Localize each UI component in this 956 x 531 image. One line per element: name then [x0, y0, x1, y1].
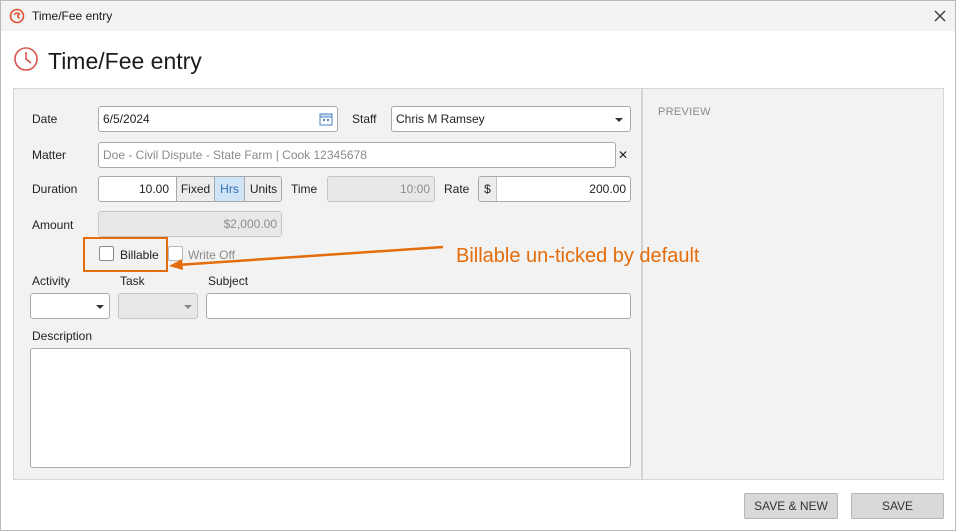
activity-label: Activity	[32, 274, 71, 288]
form-panel: Date 6/5/2024 Staff Chris M Ramsey Matte…	[13, 88, 642, 480]
staff-label: Staff	[352, 112, 377, 126]
time-value: 10:00	[399, 182, 430, 196]
clock-icon	[14, 47, 38, 71]
date-value: 6/5/2024	[103, 112, 150, 126]
date-input[interactable]: 6/5/2024	[98, 106, 338, 132]
annotation-text: Billable un-ticked by default	[456, 245, 700, 267]
duration-option-fixed[interactable]: Fixed	[176, 177, 214, 201]
matter-input[interactable]: Doe - Civil Dispute - State Farm | Cook …	[98, 142, 616, 168]
chevron-down-icon	[96, 305, 104, 309]
time-input: 10:00	[327, 176, 435, 202]
task-label: Task	[120, 274, 145, 288]
dialog-window: Time/Fee entry Time/Fee entry Date 6/5/2…	[0, 0, 956, 531]
page-title: Time/Fee entry	[48, 48, 202, 74]
clear-matter-icon[interactable]: ✕	[618, 148, 628, 162]
rate-value: 200.00	[589, 182, 626, 196]
staff-select[interactable]: Chris M Ramsey	[391, 106, 631, 132]
description-textarea[interactable]	[30, 348, 631, 468]
calendar-icon[interactable]	[319, 112, 333, 126]
amount-value: $2,000.00	[223, 217, 277, 231]
preview-label: PREVIEW	[658, 106, 711, 118]
matter-label: Matter	[32, 148, 67, 162]
save-and-new-button[interactable]: SAVE & NEW	[744, 493, 838, 519]
duration-input[interactable]: 10.00	[99, 177, 173, 201]
chevron-down-icon	[615, 118, 623, 122]
duration-label: Duration	[32, 182, 78, 196]
save-button[interactable]: SAVE	[851, 493, 944, 519]
duration-option-units[interactable]: Units	[244, 177, 281, 201]
window-title: Time/Fee entry	[32, 9, 113, 23]
staff-value: Chris M Ramsey	[396, 112, 485, 126]
duration-option-hrs[interactable]: Hrs	[214, 177, 244, 201]
amount-label: Amount	[32, 218, 74, 232]
preview-panel: PREVIEW	[642, 88, 944, 480]
amount-input: $2,000.00	[98, 211, 282, 237]
chevron-down-icon	[184, 305, 192, 309]
date-label: Date	[32, 112, 58, 126]
matter-value: Doe - Civil Dispute - State Farm | Cook …	[103, 148, 367, 162]
app-logo-icon	[9, 8, 25, 24]
activity-select[interactable]	[30, 293, 110, 319]
title-bar: Time/Fee entry	[1, 1, 955, 31]
close-icon[interactable]	[929, 5, 951, 27]
subject-input[interactable]	[206, 293, 631, 319]
rate-label: Rate	[444, 182, 470, 196]
annotation-arrow	[169, 245, 444, 270]
description-label: Description	[32, 329, 93, 343]
billable-highlight-box	[83, 237, 168, 272]
subject-label: Subject	[208, 274, 249, 288]
duration-group: 10.00 Fixed Hrs Units	[98, 176, 282, 202]
time-label: Time	[291, 182, 318, 196]
task-select	[118, 293, 198, 319]
currency-prefix: $	[479, 177, 497, 201]
rate-input[interactable]: $ 200.00	[478, 176, 631, 202]
